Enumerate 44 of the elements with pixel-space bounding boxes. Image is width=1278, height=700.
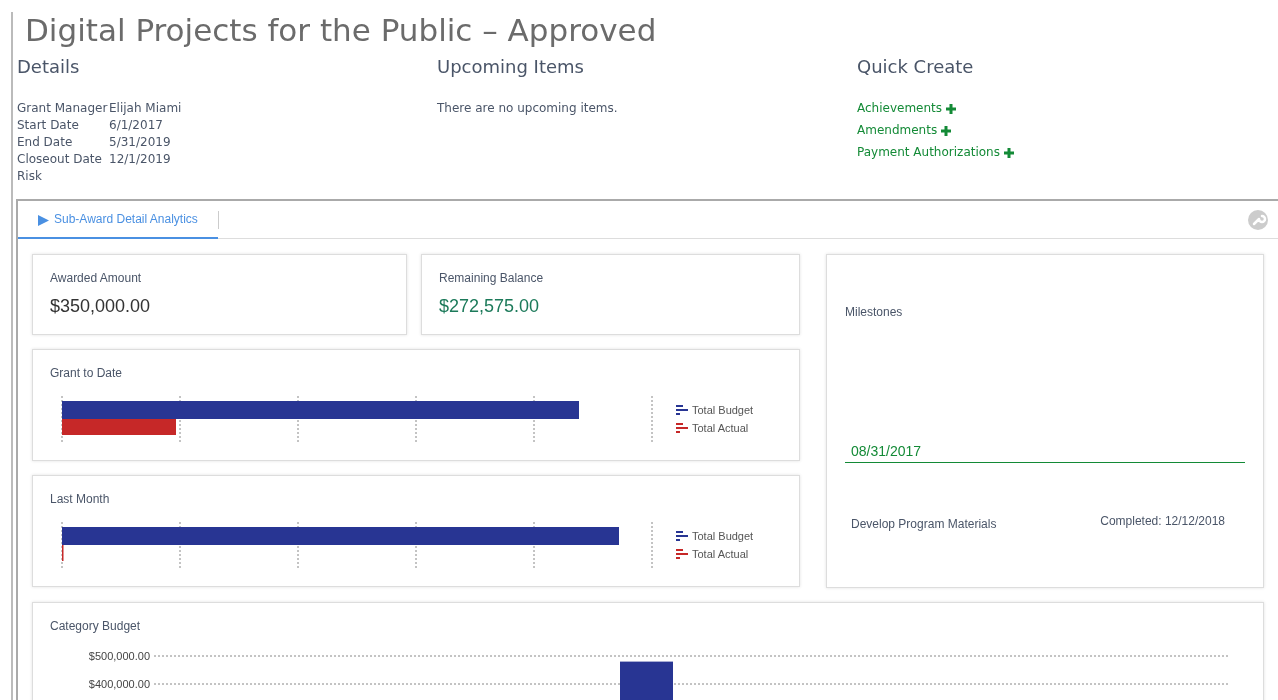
chart-title: Grant to Date: [50, 365, 124, 383]
legend-icon: [676, 531, 688, 542]
field-value: 12/1/2019: [109, 151, 172, 169]
chart-title: Last Month: [50, 491, 111, 509]
field-value: 5/31/2019: [109, 134, 172, 152]
empty-message: There are no upcoming items.: [437, 100, 619, 118]
legend-label: Total Budget: [692, 403, 754, 419]
play-icon: [38, 214, 49, 226]
field-label: Grant Manager: [17, 100, 109, 118]
quick-create-link[interactable]: Amendments: [857, 122, 938, 140]
quick-create-link[interactable]: Payment Authorizations: [857, 144, 1000, 162]
legend-icon: [676, 405, 688, 416]
field-label: Start Date: [17, 117, 80, 135]
plus-icon[interactable]: [946, 103, 957, 114]
axis-label: $500,000.00: [88, 650, 150, 663]
milestone-date: 08/31/2017: [845, 441, 1245, 464]
section-heading: Quick Create: [857, 55, 975, 80]
page-title: Digital Projects for the Public – Approved: [25, 12, 658, 50]
legend-icon: [676, 423, 688, 434]
milestone-name: Develop Program Materials: [851, 516, 997, 534]
card-label: Remaining Balance: [439, 270, 545, 288]
card-label: Awarded Amount: [50, 270, 143, 288]
axis-label: $400,000.00: [88, 678, 150, 691]
field-value: Elijah Miami: [109, 100, 183, 118]
card-label: Milestones: [845, 304, 904, 322]
chart-title: Category Budget: [50, 618, 142, 636]
legend-label: Total Actual: [692, 421, 749, 437]
field-value: 6/1/2017: [109, 117, 164, 135]
plus-icon[interactable]: [1004, 147, 1014, 158]
field-label: Risk: [17, 168, 43, 186]
amount-value: $350,000.00: [50, 295, 152, 319]
plus-icon[interactable]: [941, 125, 952, 136]
field-label: End Date: [17, 134, 74, 152]
legend-label: Total Budget: [692, 529, 754, 545]
section-heading: Upcoming Items: [437, 55, 585, 80]
chart-bar: [620, 661, 673, 700]
tab[interactable]: Sub-Award Detail Analytics: [18, 200, 218, 240]
legend-icon: [676, 549, 688, 560]
amount-value: $272,575.00: [439, 295, 541, 319]
milestone-status: Completed: 12/12/2018: [1100, 513, 1225, 531]
section-heading: Details: [17, 55, 81, 80]
quick-create-link[interactable]: Achievements: [857, 100, 943, 118]
field-label: Closeout Date: [17, 151, 103, 169]
legend-label: Total Actual: [692, 547, 749, 563]
